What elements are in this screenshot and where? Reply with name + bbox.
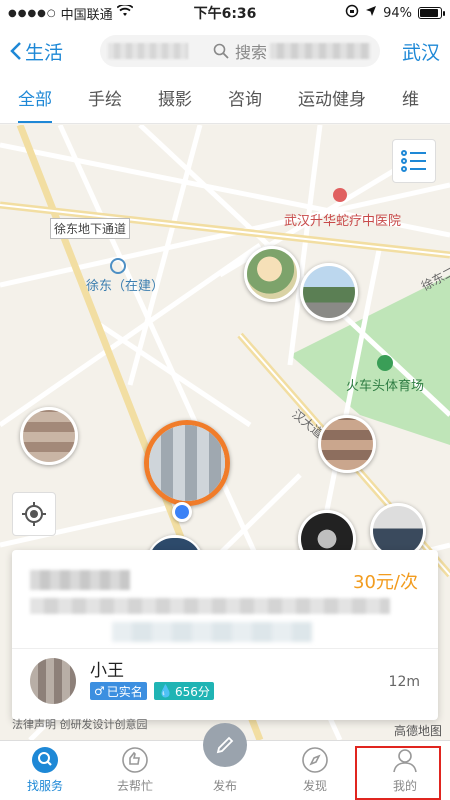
user-avatar-pin[interactable]: [244, 246, 300, 302]
avatar-image: [373, 506, 423, 556]
avatar-image: [23, 410, 75, 462]
avatar-image: [247, 249, 297, 299]
person-icon: [390, 745, 420, 775]
tab-drawing[interactable]: 手绘: [70, 76, 140, 123]
back-label: 生活: [25, 41, 64, 64]
tab-discover[interactable]: 发现: [270, 741, 360, 800]
search-input[interactable]: 搜索: [100, 35, 380, 67]
map-label-tunnel: 徐东地下通道: [50, 218, 131, 239]
map-label-stadium: 火车头体育场: [346, 379, 425, 394]
list-icon: [401, 150, 426, 172]
location-arrow-icon: [365, 5, 377, 21]
search-icon: [213, 43, 229, 59]
tab-help[interactable]: 去帮忙: [90, 741, 180, 800]
tab-consulting[interactable]: 咨询: [210, 76, 280, 123]
service-card[interactable]: 30元/次 小王 ♂ 已实名 💧 656分 12m: [12, 550, 438, 720]
bottom-tab-bar: 找服务 去帮忙 发布 发现 我的: [0, 723, 450, 800]
compass-icon: [300, 745, 330, 775]
map-provider-logo: 高德地图: [393, 724, 442, 738]
avatar-image: [303, 266, 355, 318]
list-view-button[interactable]: [392, 139, 436, 183]
rotation-lock-icon: [345, 4, 359, 22]
verified-badge: ♂ 已实名: [90, 682, 147, 700]
locate-me-button[interactable]: [12, 492, 56, 536]
selected-user-avatar-pin[interactable]: [144, 420, 230, 506]
drop-icon: 💧: [158, 684, 173, 698]
tab-label: 我的: [392, 779, 417, 793]
divider: [12, 648, 438, 649]
map-label-hospital: 武汉升华蛇疗中医院: [284, 214, 402, 229]
tab-find-service[interactable]: 找服务: [0, 741, 90, 800]
blurred-service-title: [30, 570, 130, 590]
blurred-text: [270, 43, 370, 59]
tab-mine[interactable]: 我的: [360, 741, 450, 800]
blurred-text: [108, 43, 188, 59]
blurred-service-description: [112, 622, 312, 642]
tab-publish[interactable]: 发布: [180, 723, 270, 800]
pencil-icon: [203, 723, 247, 767]
thumb-icon: [120, 745, 150, 775]
tab-label: 去帮忙: [116, 779, 153, 793]
tab-photography[interactable]: 摄影: [140, 76, 210, 123]
crosshair-icon: [22, 502, 46, 526]
user-avatar-pin[interactable]: [300, 263, 358, 321]
search-placeholder: 搜索: [234, 43, 267, 62]
user-avatar-pin[interactable]: [318, 415, 376, 473]
back-button[interactable]: 生活: [10, 38, 90, 65]
clock: 下午6:36: [193, 6, 257, 22]
male-icon: ♂: [94, 684, 105, 698]
tab-label: 找服务: [26, 779, 63, 793]
score-badge: 💧 656分: [154, 682, 214, 700]
tab-label: 发布: [212, 779, 237, 793]
legal-notice-link[interactable]: 法律声明 创研发设计创意园: [12, 716, 148, 732]
tab-fitness[interactable]: 运动健身: [280, 76, 384, 123]
signal-strength-icon: ●●●●○: [8, 7, 57, 19]
map-label-station: 徐东（在建）: [86, 279, 165, 294]
search-service-icon: [30, 745, 60, 775]
avatar[interactable]: [30, 658, 76, 704]
user-name: 小王: [90, 661, 124, 681]
battery-percent: 94%: [383, 5, 412, 21]
tab-repair[interactable]: 维: [384, 76, 437, 123]
service-price: 30元/次: [353, 572, 418, 593]
carrier-label: 中国联通: [60, 7, 113, 23]
category-tabs: 全部 手绘 摄影 咨询 运动健身 维: [0, 76, 450, 124]
current-location-marker: [172, 502, 192, 522]
distance-label: 12m: [388, 674, 420, 690]
tab-all[interactable]: 全部: [0, 76, 70, 123]
tab-label: 发现: [302, 779, 327, 793]
verified-label: 已实名: [106, 684, 143, 699]
blurred-service-description: [30, 598, 390, 614]
chevron-left-icon: [10, 42, 21, 60]
score-label: 656分: [174, 684, 210, 699]
wifi-icon: [116, 3, 134, 21]
user-avatar-pin[interactable]: [20, 407, 78, 465]
avatar-image: [321, 418, 373, 470]
battery-icon: [418, 7, 445, 19]
status-bar: ●●●●○ 中国联通 下午6:36 94%: [0, 0, 450, 26]
city-selector[interactable]: 武汉: [390, 38, 440, 65]
avatar-image: [149, 425, 225, 501]
avatar-image: [30, 658, 76, 704]
nav-bar: 生活 搜索 武汉: [0, 26, 450, 76]
